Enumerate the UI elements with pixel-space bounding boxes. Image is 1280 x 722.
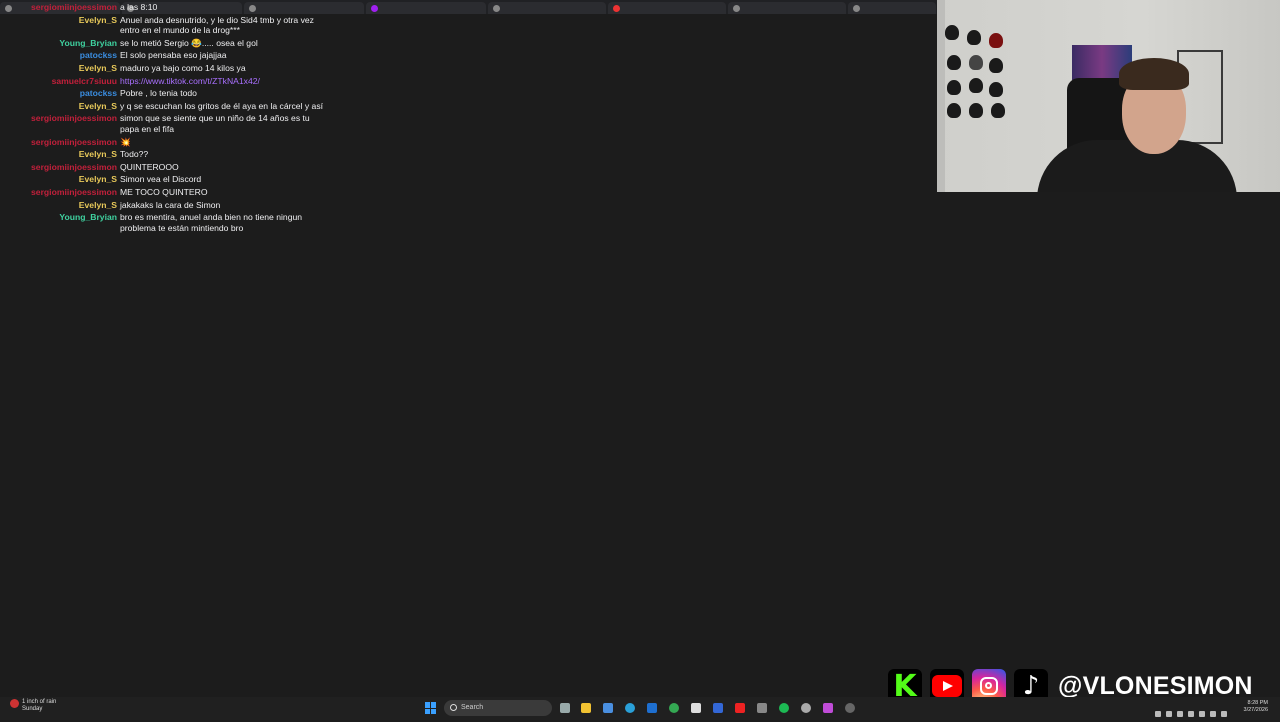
chat-username[interactable]: samuelcr7siuuu bbox=[0, 76, 120, 87]
chat-username[interactable]: patockss bbox=[0, 50, 120, 61]
chat-message: Young_Bryian se lo metió Sergio 😂..... os… bbox=[0, 38, 340, 51]
app-icon[interactable] bbox=[735, 703, 745, 713]
app-icon[interactable] bbox=[691, 703, 701, 713]
tab-favicon-icon bbox=[853, 5, 860, 12]
chat-username[interactable]: Evelyn_S bbox=[0, 200, 120, 211]
chat-message: patockss Pobre , lo tenia todo bbox=[0, 88, 340, 101]
chat-username[interactable]: sergiomiinjoessimon bbox=[0, 2, 120, 13]
chat-message: Evelyn_S Simon vea el Discord bbox=[0, 174, 340, 187]
chat-message-text: Anuel anda desnutrido, y le dio Sid4 tmb… bbox=[120, 14, 314, 36]
chat-message-text: El solo pensaba eso jajajjaa bbox=[120, 50, 227, 61]
app-icon[interactable] bbox=[757, 703, 767, 713]
chat-message-text: jakakaks la cara de Simon bbox=[120, 199, 221, 210]
chat-username[interactable]: Evelyn_S bbox=[0, 15, 120, 26]
taskbar-clock[interactable]: 8:28 PM 3/27/2026 bbox=[1244, 700, 1268, 714]
chrome-icon[interactable] bbox=[669, 703, 679, 713]
start-button[interactable] bbox=[425, 702, 437, 714]
chat-message-text: 💥 bbox=[120, 136, 131, 147]
chat-username[interactable]: Young_Bryian bbox=[0, 38, 120, 49]
chat-username[interactable]: sergiomiinjoessimon bbox=[0, 162, 120, 173]
chat-username[interactable]: patockss bbox=[0, 88, 120, 99]
edge-icon[interactable] bbox=[625, 703, 635, 713]
chat-message: sergiomiinjoessimon a las 8:10 bbox=[0, 2, 340, 15]
app-icon[interactable] bbox=[845, 703, 855, 713]
clock-date: 3/27/2026 bbox=[1243, 707, 1268, 713]
chat-message: sergiomiinjoessimon ME TOCO QUINTERO bbox=[0, 187, 340, 200]
browser-tab[interactable] bbox=[366, 2, 486, 14]
weather-line2: Sunday bbox=[22, 706, 43, 712]
app-icon[interactable] bbox=[713, 703, 723, 713]
app-icon[interactable] bbox=[603, 703, 613, 713]
app-icon[interactable] bbox=[823, 703, 833, 713]
chat-username[interactable]: sergiomiinjoessimon bbox=[0, 187, 120, 198]
chat-message-text: simon que se siente que un niño de 14 añ… bbox=[120, 113, 310, 134]
chat-username[interactable]: Evelyn_S bbox=[0, 63, 120, 74]
browser-tab[interactable] bbox=[848, 2, 936, 14]
system-tray[interactable] bbox=[1155, 704, 1232, 722]
chat-message: sergiomiinjoessimon QUINTEROOO bbox=[0, 162, 340, 175]
chat-message: Evelyn_S jakakaks la cara de Simon bbox=[0, 200, 340, 213]
chat-message-text: y q se escuchan los gritos de él aya en … bbox=[120, 100, 324, 111]
chat-message: Evelyn_S y q se escuchan los gritos de él… bbox=[0, 101, 340, 114]
chat-username[interactable]: Evelyn_S bbox=[0, 101, 120, 112]
chat-message-text: a las 8:10 bbox=[120, 2, 158, 12]
chat-username[interactable]: Evelyn_S bbox=[0, 149, 120, 160]
weather-widget[interactable]: 1 inch of rain Sunday bbox=[10, 699, 56, 713]
browser-tab[interactable] bbox=[728, 2, 846, 14]
app-icon[interactable] bbox=[801, 703, 811, 713]
browser-tab[interactable] bbox=[608, 2, 726, 14]
chat-overlay: sergiomiinjoessimon a las 8:10 Evelyn_S Anu… bbox=[0, 2, 340, 235]
chat-message-text: maduro ya bajo como 14 kilos ya bbox=[120, 62, 246, 73]
task-view-icon[interactable] bbox=[560, 703, 570, 713]
chat-message-text: QUINTEROOO bbox=[120, 161, 179, 172]
chat-message-link[interactable]: https://www.tiktok.com/t/ZTkNA1x42/ bbox=[120, 76, 330, 87]
windows-taskbar: 1 inch of rain Sunday Search 8:28 PM 3/2… bbox=[0, 697, 1280, 720]
webcam-feed bbox=[937, 0, 1280, 192]
clock-time: 8:28 PM bbox=[1247, 700, 1268, 706]
chat-username[interactable]: Young_Bryian bbox=[0, 212, 120, 223]
search-placeholder: Search bbox=[461, 704, 484, 711]
chat-message: Evelyn_S maduro ya bajo como 14 kilos ya bbox=[0, 63, 340, 76]
chat-message: Evelyn_S Todo?? bbox=[0, 149, 340, 162]
tab-favicon-icon bbox=[493, 5, 500, 12]
chat-message: Evelyn_S Anuel anda desnutrido, y le dio … bbox=[0, 15, 340, 38]
tab-favicon-icon bbox=[613, 5, 620, 12]
chat-message-text: ME TOCO QUINTERO bbox=[120, 186, 208, 197]
chat-message-text: Pobre , lo tenia todo bbox=[120, 88, 197, 99]
chat-message: samuelcr7siuuu https://www.tiktok.com/t/Z… bbox=[0, 76, 340, 89]
chat-message-text: Simon vea el Discord bbox=[120, 174, 202, 185]
chat-message-text: se lo metió Sergio 😂..... osea el gol bbox=[120, 37, 258, 48]
chat-message: sergiomiinjoessimon 💥 bbox=[0, 137, 340, 150]
chat-message: sergiomiinjoessimon simon que se siente q… bbox=[0, 113, 340, 136]
chat-message-text: bro es mentira, anuel anda bien no tiene… bbox=[120, 212, 303, 233]
file-explorer-icon[interactable] bbox=[581, 703, 591, 713]
chat-message: patockss El solo pensaba eso jajajjaa bbox=[0, 50, 340, 63]
taskbar-search[interactable]: Search bbox=[444, 700, 552, 716]
chat-message: Young_Bryian bro es mentira, anuel anda b… bbox=[0, 212, 340, 235]
chat-username[interactable]: Evelyn_S bbox=[0, 174, 120, 185]
weather-icon bbox=[10, 699, 19, 708]
tab-favicon-icon bbox=[371, 5, 378, 12]
search-icon bbox=[450, 704, 457, 711]
spotify-icon[interactable] bbox=[779, 703, 789, 713]
chat-username[interactable]: sergiomiinjoessimon bbox=[0, 113, 120, 124]
weather-line1: 1 inch of rain bbox=[22, 699, 57, 705]
tab-favicon-icon bbox=[733, 5, 740, 12]
app-icon[interactable] bbox=[647, 703, 657, 713]
browser-tab[interactable] bbox=[488, 2, 606, 14]
chat-message-text: Todo?? bbox=[120, 149, 149, 160]
chat-username[interactable]: sergiomiinjoessimon bbox=[0, 137, 120, 148]
